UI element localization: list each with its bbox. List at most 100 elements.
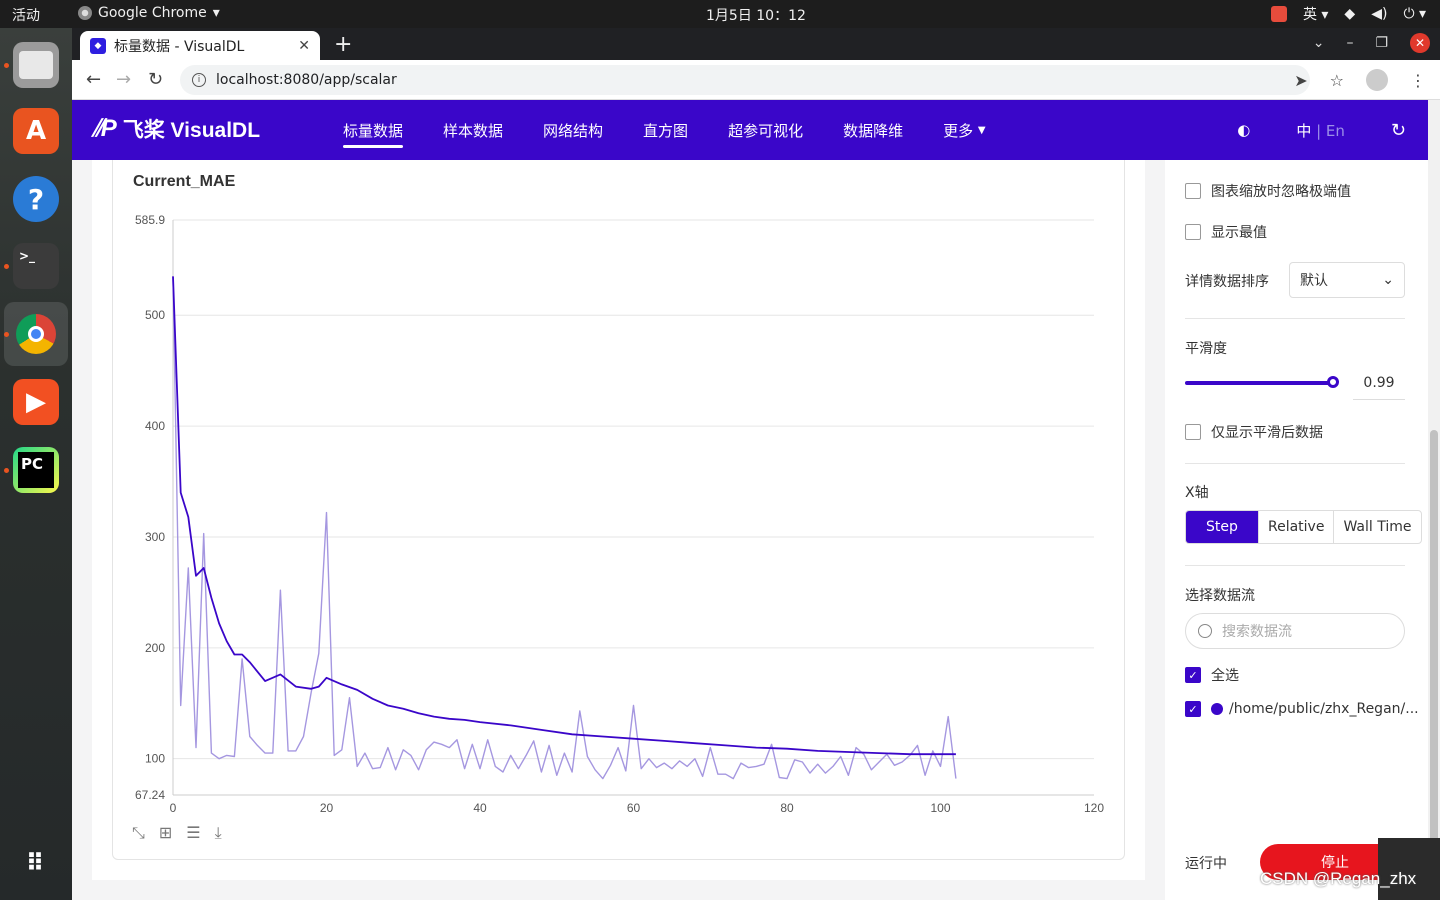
nav-more[interactable]: 更多 ▼ bbox=[943, 100, 986, 160]
app-menu-label: Google Chrome bbox=[98, 5, 207, 21]
x-tick-label: 40 bbox=[473, 801, 487, 815]
nav-scalar[interactable]: 标量数据 bbox=[343, 100, 404, 160]
software-center-icon[interactable]: A bbox=[13, 108, 59, 154]
nav-histogram[interactable]: 直方图 bbox=[643, 100, 688, 160]
address-bar[interactable]: i localhost:8080/app/scalar bbox=[180, 65, 1310, 95]
nav-hyperparameter[interactable]: 超参可视化 bbox=[728, 100, 803, 160]
maximize-chart-icon[interactable]: ⤡ bbox=[132, 823, 145, 843]
toggle-y-scale-icon[interactable]: ☰ bbox=[186, 823, 200, 843]
running-indicator bbox=[4, 264, 9, 269]
nav-dim-reduction[interactable]: 数据降维 bbox=[843, 100, 903, 160]
reload-icon[interactable]: ↻ bbox=[148, 69, 163, 90]
lang-en[interactable]: En bbox=[1326, 122, 1345, 140]
media-player-icon[interactable]: ▶ bbox=[13, 379, 59, 425]
show-extremes-checkbox[interactable] bbox=[1185, 224, 1201, 240]
bookmark-star-icon[interactable]: ☆ bbox=[1330, 71, 1344, 90]
site-info-icon[interactable]: i bbox=[192, 73, 206, 87]
sort-select[interactable]: 默认 ⌄ bbox=[1289, 262, 1405, 298]
terminal-icon[interactable]: >_ bbox=[13, 243, 59, 289]
download-icon[interactable]: ⤓ bbox=[215, 823, 222, 843]
chevron-down-icon: ⌄ bbox=[1382, 272, 1394, 288]
chrome-icon[interactable] bbox=[13, 311, 59, 357]
system-tray[interactable]: 英 ▾ ◆ ◀) ⏻ ▾ bbox=[1270, 4, 1426, 24]
pycharm-icon[interactable]: PC bbox=[13, 447, 59, 493]
toolbar-actions: ➤ ☆ ⋮ bbox=[1294, 69, 1426, 91]
y-tick-label: 500 bbox=[145, 308, 165, 322]
stream-search-input[interactable]: 搜索数据流 bbox=[1185, 613, 1405, 649]
stream-label: 选择数据流 bbox=[1185, 588, 1255, 604]
minimize-button[interactable]: – bbox=[1346, 35, 1353, 51]
browser-tab-strip: ◆ 标量数据 - VisualDL ✕ + ⌄ – ❐ ✕ bbox=[72, 28, 1440, 60]
y-tick-label: 200 bbox=[145, 641, 165, 655]
xaxis-relative-button[interactable]: Relative bbox=[1258, 511, 1333, 543]
search-icon bbox=[1198, 624, 1212, 638]
smoothing-slider[interactable] bbox=[1185, 376, 1339, 388]
volume-icon: ◀) bbox=[1371, 6, 1388, 22]
activities-button[interactable]: 活动 bbox=[12, 5, 40, 25]
stream-checkbox[interactable]: ✓ bbox=[1185, 701, 1201, 717]
scrollbar-thumb[interactable] bbox=[1430, 430, 1438, 900]
lang-separator: | bbox=[1311, 121, 1326, 140]
visualdl-logo[interactable]: ⫽P 飞桨 VisualDL bbox=[92, 114, 260, 144]
visualdl-favicon: ◆ bbox=[90, 37, 106, 54]
help-icon[interactable]: ? bbox=[13, 176, 59, 222]
x-tick-label: 0 bbox=[170, 801, 177, 815]
notification-app-icon[interactable] bbox=[1270, 6, 1287, 22]
slider-handle[interactable] bbox=[1327, 376, 1339, 388]
divider bbox=[1185, 463, 1405, 464]
lang-zh[interactable]: 中 bbox=[1296, 122, 1311, 140]
xaxis-walltime-button[interactable]: Wall Time bbox=[1333, 511, 1420, 543]
x-tick-label: 20 bbox=[320, 801, 334, 815]
divider bbox=[1185, 565, 1405, 566]
page-scrollbar[interactable] bbox=[1428, 100, 1440, 900]
ignore-outliers-checkbox[interactable] bbox=[1185, 183, 1201, 199]
browser-toolbar: ← → ↻ i localhost:8080/app/scalar ➤ ☆ ⋮ bbox=[72, 60, 1440, 100]
stream-name: /home/public/zhx_Regan/... bbox=[1229, 701, 1419, 717]
language-switch[interactable]: 中 | En bbox=[1296, 120, 1345, 141]
clock[interactable]: 1月5日 10：12 bbox=[706, 5, 806, 25]
smoothing-input[interactable]: 0.99 bbox=[1353, 366, 1405, 400]
scalar-line-chart[interactable]: 67.24 100 200 300 400 500 585.9 0 20 40 60 80 100 120 bbox=[112, 200, 1112, 820]
nav-samples[interactable]: 样本数据 bbox=[443, 100, 503, 160]
more-menu-icon[interactable]: ⋮ bbox=[1410, 71, 1426, 90]
refresh-icon[interactable]: ↻ bbox=[1391, 120, 1406, 141]
show-extremes-label: 显示最值 bbox=[1211, 225, 1267, 241]
only-smoothed-checkbox[interactable] bbox=[1185, 424, 1201, 440]
profile-avatar[interactable] bbox=[1366, 69, 1388, 91]
show-extremes-option[interactable]: 显示最值 bbox=[1185, 222, 1267, 242]
wifi-icon: ◆ bbox=[1344, 6, 1356, 22]
back-icon[interactable]: ← bbox=[86, 69, 101, 90]
forward-icon[interactable]: → bbox=[116, 69, 131, 90]
browser-tab[interactable]: ◆ 标量数据 - VisualDL ✕ bbox=[80, 31, 320, 60]
xaxis-toggle: Step Relative Wall Time bbox=[1185, 510, 1422, 544]
close-window-button[interactable]: ✕ bbox=[1410, 33, 1430, 53]
select-all-option[interactable]: ✓ 全选 bbox=[1185, 665, 1239, 685]
chevron-down-icon: ▾ bbox=[212, 5, 220, 21]
new-tab-button[interactable]: + bbox=[334, 32, 352, 57]
files-icon[interactable] bbox=[13, 42, 59, 88]
ignore-outliers-option[interactable]: 图表缩放时忽略极端值 bbox=[1185, 181, 1351, 201]
app-menu[interactable]: Google Chrome ▾ bbox=[78, 5, 220, 21]
visualdl-header: ⫽P 飞桨 VisualDL 标量数据 样本数据 网络结构 直方图 超参可视化 … bbox=[72, 100, 1428, 160]
x-tick-label: 60 bbox=[627, 801, 641, 815]
sort-label: 详情数据排序 bbox=[1185, 274, 1269, 290]
maximize-button[interactable]: ❐ bbox=[1375, 35, 1388, 51]
close-tab-icon[interactable]: ✕ bbox=[298, 38, 310, 54]
stream-option[interactable]: ✓ /home/public/zhx_Regan/... bbox=[1185, 701, 1419, 717]
nav-graph[interactable]: 网络结构 bbox=[543, 100, 603, 160]
tab-search-icon[interactable]: ⌄ bbox=[1313, 35, 1325, 51]
send-icon[interactable]: ➤ bbox=[1294, 71, 1307, 90]
apps-grid-icon[interactable]: ⠿ bbox=[13, 840, 59, 886]
restore-zoom-icon[interactable]: ⊞ bbox=[159, 823, 172, 843]
divider bbox=[1185, 318, 1405, 319]
search-placeholder: 搜索数据流 bbox=[1222, 624, 1292, 640]
select-all-checkbox[interactable]: ✓ bbox=[1185, 667, 1201, 683]
input-method[interactable]: 英 ▾ bbox=[1303, 4, 1328, 24]
system-top-bar: 活动 Google Chrome ▾ 1月5日 10：12 英 ▾ ◆ ◀) ⏻… bbox=[0, 0, 1440, 28]
only-smoothed-option[interactable]: 仅显示平滑后数据 bbox=[1185, 422, 1323, 442]
chart-title: Current_MAE bbox=[133, 173, 236, 190]
theme-palette-icon[interactable]: ◐ bbox=[1237, 121, 1250, 139]
window-controls: ⌄ – ❐ ✕ bbox=[1313, 33, 1430, 53]
chrome-small-icon bbox=[78, 6, 92, 20]
xaxis-step-button[interactable]: Step bbox=[1186, 511, 1258, 543]
